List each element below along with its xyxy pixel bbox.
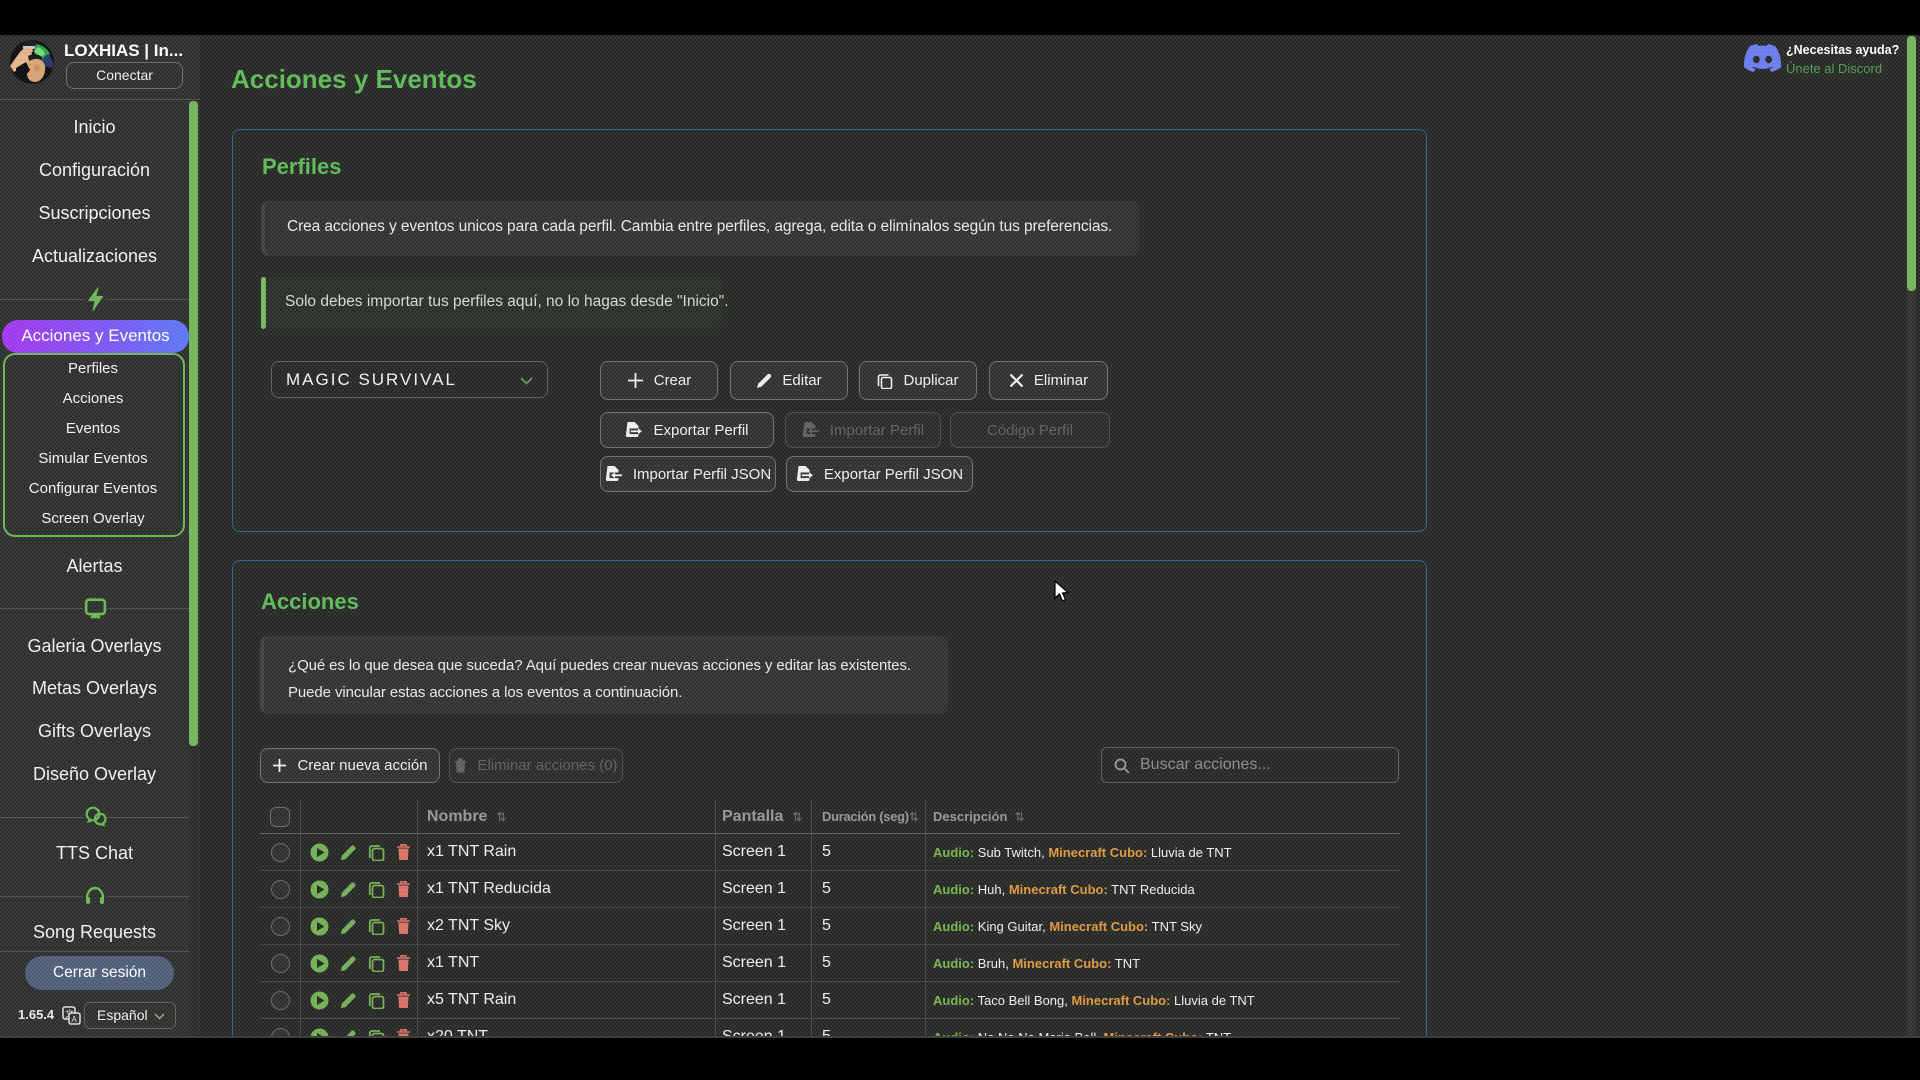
svg-text:A: A — [72, 1015, 78, 1024]
